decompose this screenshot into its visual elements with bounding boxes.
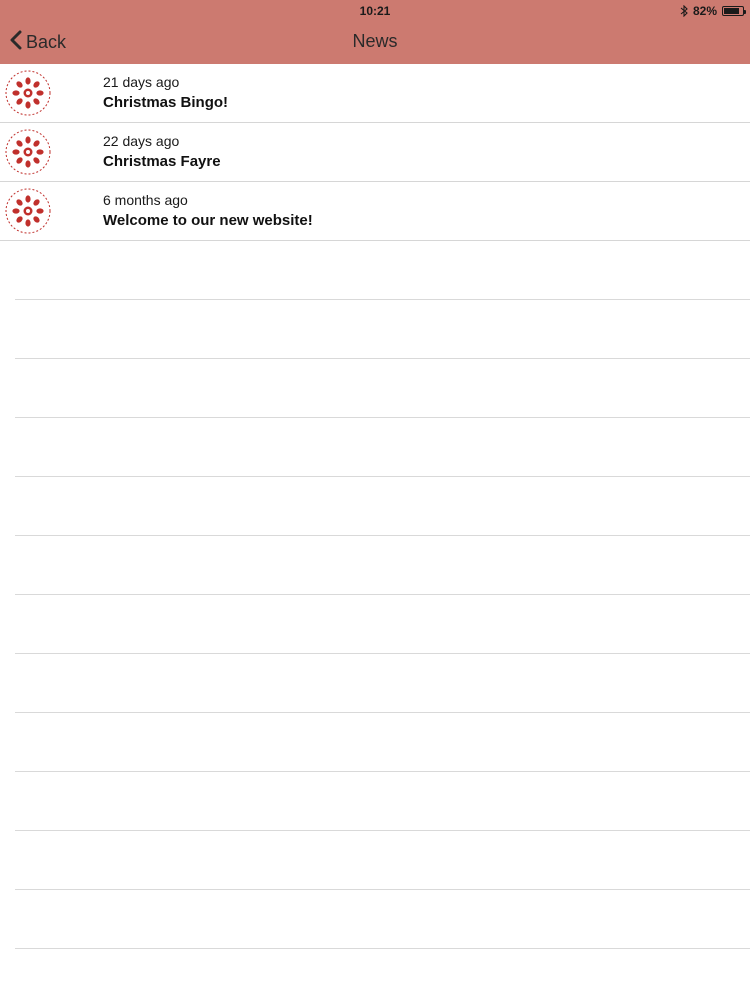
empty-row (15, 300, 750, 359)
empty-row (15, 418, 750, 477)
empty-row (15, 654, 750, 713)
empty-row (15, 772, 750, 831)
empty-row (15, 713, 750, 772)
news-title: Christmas Fayre (103, 153, 221, 170)
battery-icon (722, 6, 746, 16)
page-title: News (352, 31, 398, 51)
school-logo-icon (5, 188, 51, 234)
news-date: 6 months ago (103, 192, 188, 208)
empty-list-area (0, 241, 750, 949)
empty-row (15, 890, 750, 949)
battery-fill (724, 8, 739, 14)
app-header: 10:21 82% Back News (0, 0, 750, 64)
news-item[interactable]: 21 days ago Christmas Bingo! (0, 64, 750, 123)
news-title: Welcome to our new website! (103, 212, 313, 229)
empty-row (15, 831, 750, 890)
school-logo-icon (5, 129, 51, 175)
news-date: 21 days ago (103, 74, 180, 90)
empty-row (15, 595, 750, 654)
news-item[interactable]: 6 months ago Welcome to our new website! (0, 182, 750, 241)
status-time: 10:21 (359, 4, 391, 18)
status-right: 82% (680, 4, 746, 18)
empty-row (15, 359, 750, 418)
news-date: 22 days ago (103, 133, 180, 149)
status-bar: 10:21 82% (0, 0, 750, 22)
news-item[interactable]: 22 days ago Christmas Fayre (0, 123, 750, 182)
navigation-bar: Back News (0, 22, 750, 64)
school-logo-icon (5, 70, 51, 116)
news-title: Christmas Bingo! (103, 94, 229, 111)
bluetooth-icon (680, 5, 688, 17)
battery-percent: 82% (692, 4, 717, 18)
empty-row (15, 536, 750, 595)
news-list: 21 days ago Christmas Bingo! 22 days ago… (0, 64, 750, 241)
empty-row (15, 477, 750, 536)
empty-row (15, 241, 750, 300)
